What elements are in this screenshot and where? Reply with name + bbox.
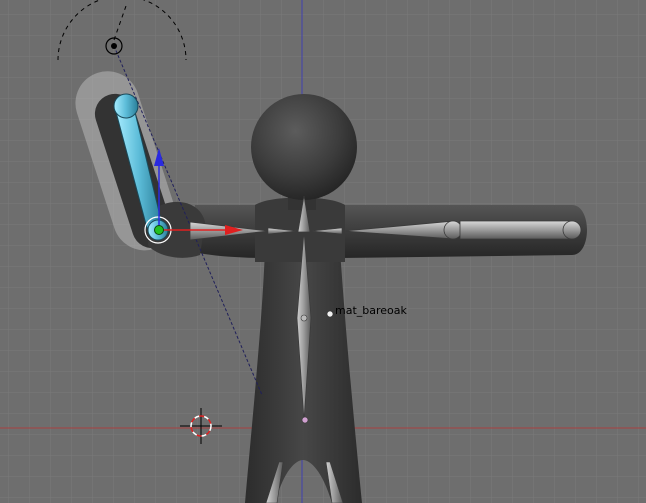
bone-forearm-r[interactable]: [459, 220, 571, 240]
object-origin-dot[interactable]: [326, 310, 334, 318]
character-head[interactable]: [251, 94, 357, 200]
viewport-canvas[interactable]: [0, 0, 646, 503]
pivot-point: [154, 225, 164, 235]
object-name-label: mat_bareoak: [335, 304, 407, 317]
3d-viewport[interactable]: mat_bareoak: [0, 0, 646, 503]
